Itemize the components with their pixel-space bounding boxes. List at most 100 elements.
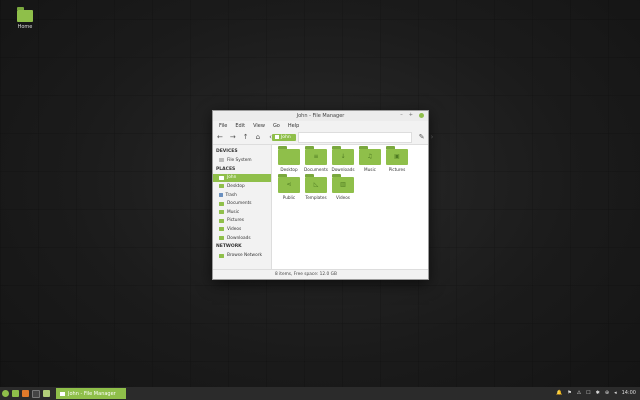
file-item-desktop[interactable]: Desktop — [276, 146, 302, 172]
public-folder-icon: ⋖ — [278, 174, 300, 193]
status-text: 8 items, Free space: 12.0 GB — [275, 272, 337, 277]
folder-icon — [219, 201, 224, 206]
sidebar-item-desktop[interactable]: Desktop — [213, 182, 271, 191]
firefox-icon[interactable] — [22, 390, 29, 397]
toolbar: ← → ↑ ⌂ ‹ John ✎ › — [213, 130, 433, 145]
warning-icon[interactable]: ⚠ — [577, 391, 581, 396]
menu-file[interactable]: File — [219, 123, 227, 129]
path-field[interactable] — [297, 131, 412, 143]
sidebar-item-label: Browse Network — [227, 253, 262, 259]
close-button[interactable] — [419, 113, 424, 118]
folder-glyph: ↓ — [340, 153, 346, 160]
pictures-folder-icon: ▣ — [386, 146, 408, 165]
file-item-templates[interactable]: ◺ Templates — [303, 174, 329, 200]
file-item-label: Templates — [305, 195, 327, 200]
sidebar-item-label: Documents — [227, 201, 252, 207]
sidebar-item-music[interactable]: Music — [213, 208, 271, 217]
file-manager-window: John - File Manager – + File Edit View G… — [212, 110, 433, 280]
sidebar-item-john[interactable]: John — [213, 173, 271, 183]
menu-go[interactable]: Go — [273, 123, 280, 129]
maximize-button[interactable]: + — [409, 113, 413, 118]
minimize-button[interactable]: – — [400, 113, 403, 118]
more-icon[interactable]: › — [431, 133, 434, 141]
network-icon[interactable]: ⊕ — [605, 391, 609, 396]
sidebar-item-label: Videos — [227, 226, 242, 232]
folder-icon — [60, 391, 65, 396]
videos-folder-icon: ▥ — [332, 174, 354, 193]
home-folder-icon — [17, 7, 33, 22]
folder-icon — [219, 210, 224, 215]
folder-glyph: ▥ — [340, 181, 346, 188]
templates-folder-icon: ◺ — [305, 174, 327, 193]
up-icon[interactable]: ↑ — [243, 133, 249, 141]
folder-icon — [219, 184, 224, 189]
sidebar-item-label: Pictures — [227, 218, 245, 224]
sidebar-item-pictures[interactable]: Pictures — [213, 217, 271, 226]
menu-bar: File Edit View Go Help — [213, 121, 428, 130]
folder-icon — [219, 227, 224, 232]
menu-view[interactable]: View — [253, 123, 265, 129]
location-bar: ‹ John — [269, 131, 412, 143]
edit-path-icon[interactable]: ✎ — [419, 133, 425, 141]
file-item-label: Pictures — [388, 167, 406, 172]
clock[interactable]: 14:00 — [622, 391, 636, 396]
menu-edit[interactable]: Edit — [235, 123, 245, 129]
file-item-downloads[interactable]: ↓ Downloads — [330, 146, 356, 172]
breadcrumb-john[interactable]: John — [271, 133, 296, 141]
window-title: John - File Manager — [296, 113, 345, 119]
home-crumb-icon — [274, 135, 279, 139]
files-icon[interactable] — [43, 390, 50, 397]
sidebar-item-documents[interactable]: Documents — [213, 199, 271, 208]
drive-icon — [219, 158, 224, 163]
display-icon[interactable]: ☐ — [586, 391, 590, 396]
folder-glyph: ♫ — [367, 153, 373, 160]
show-desktop-icon[interactable] — [12, 390, 19, 397]
file-item-music[interactable]: ♫ Music — [357, 146, 383, 172]
sidebar-item-trash[interactable]: Trash — [213, 191, 271, 200]
sidebar-item-label: Trash — [225, 192, 237, 198]
sidebar-item-browse-network[interactable]: Browse Network — [213, 251, 271, 260]
desktop-folder-icon — [278, 146, 300, 165]
file-item-label: Desktop — [280, 167, 298, 172]
system-tray: 🔔 ⚑ ⚠ ☐ ✱ ⊕ ◂ 14:00 — [556, 391, 640, 396]
taskbar-item-file-manager[interactable]: John - File Manager — [56, 388, 126, 399]
sidebar-header-places: PLACES — [216, 166, 236, 172]
sidebar: DEVICES File System PLACES John Desktop … — [213, 145, 272, 269]
file-item-label: Downloads — [331, 167, 355, 172]
file-view[interactable]: Desktop ≡ Documents ↓ Downloads ♫ Music ▣ Pi… — [272, 145, 428, 269]
downloads-folder-icon: ↓ — [332, 146, 354, 165]
window-titlebar[interactable]: John - File Manager – + — [213, 111, 428, 121]
file-item-videos[interactable]: ▥ Videos — [330, 174, 356, 200]
flag-icon[interactable]: ⚑ — [567, 391, 571, 396]
file-item-public[interactable]: ⋖ Public — [276, 174, 302, 200]
bluetooth-icon[interactable]: ✱ — [596, 391, 600, 396]
forward-icon[interactable]: → — [230, 133, 236, 141]
sidebar-item-filesystem[interactable]: File System — [213, 156, 271, 165]
sidebar-item-downloads[interactable]: Downloads — [213, 234, 271, 243]
breadcrumb-label: John — [280, 134, 291, 140]
status-bar: 8 items, Free space: 12.0 GB — [213, 269, 428, 279]
documents-folder-icon: ≡ — [305, 146, 327, 165]
volume-icon[interactable]: ◂ — [614, 391, 617, 396]
sidebar-item-label: Music — [227, 209, 240, 215]
trash-icon — [219, 193, 223, 198]
bottom-panel: John - File Manager 🔔 ⚑ ⚠ ☐ ✱ ⊕ ◂ 14:00 — [0, 387, 640, 400]
file-item-label: Videos — [336, 195, 350, 200]
home-icon[interactable]: ⌂ — [256, 133, 260, 141]
file-item-documents[interactable]: ≡ Documents — [303, 146, 329, 172]
desktop-home-icon[interactable]: Home — [12, 7, 38, 30]
file-item-pictures[interactable]: ▣ Pictures — [384, 146, 410, 172]
sidebar-item-label: File System — [227, 157, 252, 163]
back-icon[interactable]: ← — [217, 133, 223, 141]
sidebar-item-videos[interactable]: Videos — [213, 225, 271, 234]
notifications-icon[interactable]: 🔔 — [556, 391, 562, 396]
terminal-icon[interactable] — [32, 389, 40, 398]
folder-icon — [219, 236, 224, 241]
sidebar-item-label: John — [227, 175, 237, 181]
folder-glyph: ≡ — [313, 153, 319, 160]
taskbar-item-label: John - File Manager — [68, 390, 116, 397]
home-folder-icon — [219, 175, 224, 180]
menu-launcher-icon[interactable] — [2, 390, 9, 397]
menu-help[interactable]: Help — [288, 123, 299, 129]
file-item-label: Public — [282, 195, 296, 200]
